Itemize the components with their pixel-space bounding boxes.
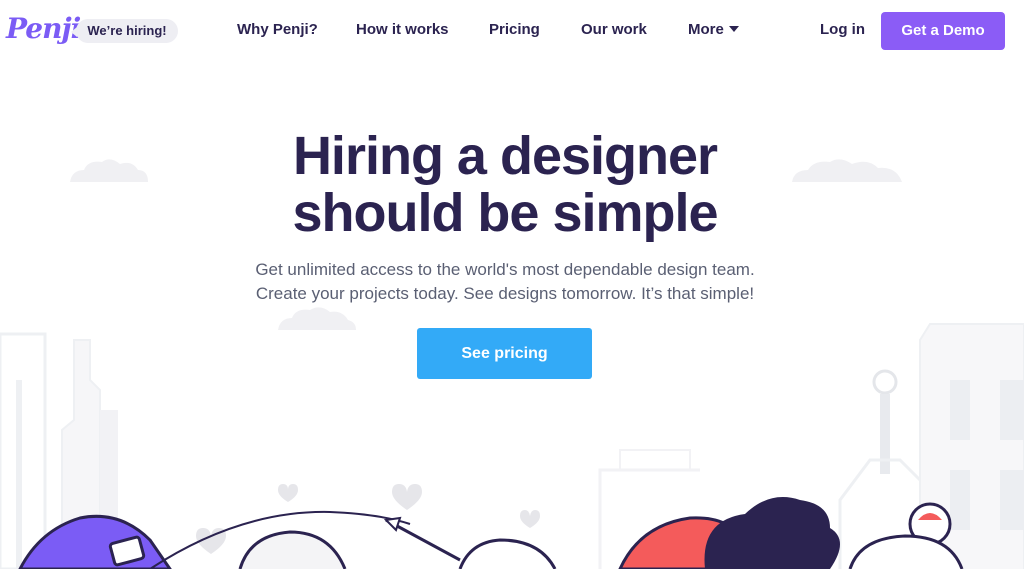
get-demo-button[interactable]: Get a Demo — [881, 12, 1005, 50]
nav-how-it-works[interactable]: How it works — [356, 21, 449, 38]
hero-headline: Hiring a designer should be simple — [0, 128, 1010, 242]
heart-icon — [392, 484, 422, 510]
caret-down-icon — [728, 26, 739, 32]
nav-more-dropdown[interactable]: More — [688, 21, 739, 38]
subtext-line-1: Get unlimited access to the world's most… — [255, 260, 755, 279]
headline-line-2: should be simple — [292, 183, 718, 243]
site-header: Penji We’re hiring! Why Penji? How it wo… — [0, 0, 1024, 62]
hiring-badge[interactable]: We’re hiring! — [71, 19, 178, 43]
nav-why-penji[interactable]: Why Penji? — [237, 21, 318, 38]
people-illustration — [18, 484, 964, 569]
subtext-line-2: Create your projects today. See designs … — [255, 284, 755, 303]
nav-pricing[interactable]: Pricing — [489, 21, 540, 38]
nav-our-work[interactable]: Our work — [581, 21, 647, 38]
login-link[interactable]: Log in — [820, 21, 865, 38]
heart-icon — [278, 484, 298, 502]
headline-line-1: Hiring a designer — [292, 126, 718, 186]
penji-logo[interactable]: Penji — [6, 12, 81, 45]
see-pricing-button[interactable]: See pricing — [417, 328, 592, 379]
hero-subtext: Get unlimited access to the world's most… — [0, 258, 1010, 306]
nav-more-label: More — [688, 21, 724, 38]
heart-icon — [520, 510, 540, 528]
